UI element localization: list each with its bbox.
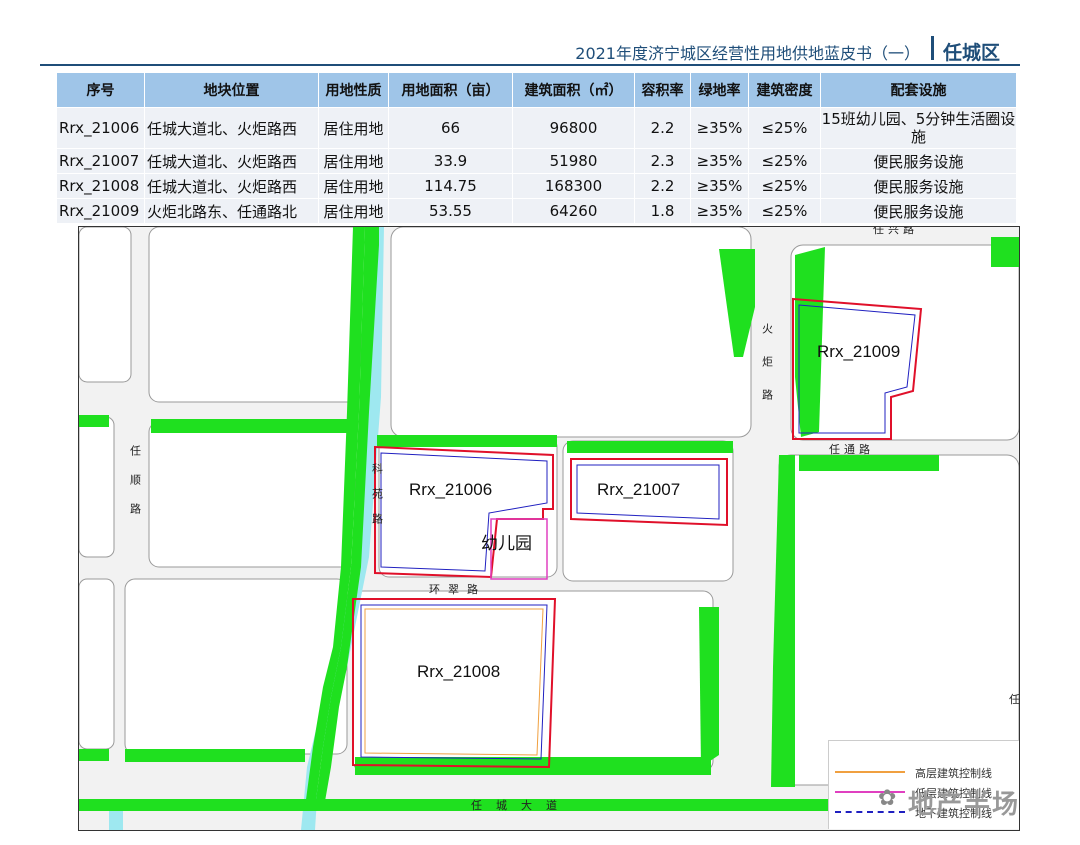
kindergarten-label: 幼儿园 xyxy=(481,534,532,554)
cell-land-area: 114.75 xyxy=(388,173,513,199)
cell-green-ratio: ≥35% xyxy=(690,148,749,174)
col-header-land-use: 用地性质 xyxy=(318,72,389,108)
road-label-top-right: 任兴路 xyxy=(873,227,918,236)
road-label-huancui: 环翠路 xyxy=(429,583,486,596)
block xyxy=(378,436,558,578)
cell-facilities: 便民服务设施 xyxy=(820,173,1017,199)
cell-density: ≤25% xyxy=(748,198,821,224)
cell-far: 2.2 xyxy=(634,173,691,199)
block xyxy=(352,590,714,772)
parcel-label: Rrx_21008 xyxy=(417,662,500,681)
parcel-label: Rrx_21007 xyxy=(597,480,680,499)
green-belt xyxy=(79,749,109,761)
col-header-far: 容积率 xyxy=(634,72,691,108)
block xyxy=(79,227,132,383)
block xyxy=(148,227,362,403)
document-title: 2021年度济宁城区经营性用地供地蓝皮书（一） xyxy=(575,44,920,63)
cell-land-use: 居住用地 xyxy=(318,198,389,224)
cell-density: ≤25% xyxy=(748,173,821,199)
green-belt xyxy=(991,237,1019,267)
green-belt xyxy=(377,435,557,447)
cell-floor-area: 168300 xyxy=(512,173,635,199)
col-header-location: 地块位置 xyxy=(144,72,319,108)
cell-id: Rrx_21009 xyxy=(56,198,145,224)
cell-land-use: 居住用地 xyxy=(318,107,389,149)
legend-label: 高层建筑控制线 xyxy=(915,767,992,780)
parcel-label: Rrx_21006 xyxy=(409,480,492,499)
cell-green-ratio: ≥35% xyxy=(690,198,749,224)
green-belt xyxy=(151,419,351,433)
cell-far: 2.3 xyxy=(634,148,691,174)
cell-location: 任城大道北、火炬路西 xyxy=(144,107,319,149)
green-belt xyxy=(799,455,939,471)
green-belt xyxy=(79,415,109,427)
cell-far: 2.2 xyxy=(634,107,691,149)
cell-id: Rrx_21006 xyxy=(56,107,145,149)
cell-land-use: 居住用地 xyxy=(318,173,389,199)
green-belt xyxy=(567,441,733,453)
legend-item: 高层建筑控制线 xyxy=(835,765,1013,780)
cell-density: ≤25% xyxy=(748,107,821,149)
city-blocks xyxy=(79,227,1019,786)
title-divider xyxy=(931,36,934,60)
cell-id: Rrx_21008 xyxy=(56,173,145,199)
cell-land-area: 53.55 xyxy=(388,198,513,224)
col-header-floor-area: 建筑面积（㎡） xyxy=(512,72,635,108)
table-row: Rrx_21009 火炬北路东、任通路北 居住用地 53.55 64260 1.… xyxy=(56,198,1017,224)
cell-floor-area: 51980 xyxy=(512,148,635,174)
col-header-density: 建筑密度 xyxy=(748,72,821,108)
block xyxy=(390,227,752,438)
block xyxy=(562,440,734,582)
parcel-table: 序号 地块位置 用地性质 用地面积（亩） 建筑面积（㎡） 容积率 绿地率 建筑密… xyxy=(56,72,1017,224)
cell-density: ≤25% xyxy=(748,148,821,174)
cell-far: 1.8 xyxy=(634,198,691,224)
table-row: Rrx_21008 任城大道北、火炬路西 居住用地 114.75 168300 … xyxy=(56,173,1017,199)
cell-location: 任城大道北、火炬路西 xyxy=(144,173,319,199)
block xyxy=(778,454,1019,786)
watermark: ✿ 地产半场 xyxy=(878,780,1058,820)
block xyxy=(79,416,115,558)
col-header-green-ratio: 绿地率 xyxy=(690,72,749,108)
legend-swatch xyxy=(835,771,905,773)
cell-facilities: 便民服务设施 xyxy=(820,198,1017,224)
cell-floor-area: 96800 xyxy=(512,107,635,149)
wechat-icon: ✿ xyxy=(878,786,897,811)
green-belt xyxy=(125,749,305,762)
header-rule xyxy=(40,64,1020,66)
cell-land-area: 66 xyxy=(388,107,513,149)
page-header: 2021年度济宁城区经营性用地供地蓝皮书（一） 任城区 xyxy=(40,30,1020,66)
parcel-label: Rrx_21009 xyxy=(817,342,900,361)
cell-location: 任城大道北、火炬路西 xyxy=(144,148,319,174)
road-label-keyuan: 科苑路 xyxy=(371,462,384,538)
cell-land-use: 居住用地 xyxy=(318,148,389,174)
cell-id: Rrx_21007 xyxy=(56,148,145,174)
col-header-facilities: 配套设施 xyxy=(820,72,1017,108)
block xyxy=(124,578,348,755)
table-header-row: 序号 地块位置 用地性质 用地面积（亩） 建筑面积（㎡） 容积率 绿地率 建筑密… xyxy=(56,72,1017,108)
district-name: 任城区 xyxy=(942,42,1000,64)
col-header-id: 序号 xyxy=(56,72,145,108)
cell-green-ratio: ≥35% xyxy=(690,173,749,199)
road-label-edge: 任 xyxy=(1009,693,1019,706)
cell-facilities: 便民服务设施 xyxy=(820,148,1017,174)
table-row: Rrx_21006 任城大道北、火炬路西 居住用地 66 96800 2.2 ≥… xyxy=(56,107,1017,149)
cell-land-area: 33.9 xyxy=(388,148,513,174)
table-row: Rrx_21007 任城大道北、火炬路西 居住用地 33.9 51980 2.3… xyxy=(56,148,1017,174)
road-label-huoju: 火炬路 xyxy=(761,323,774,422)
cell-location: 火炬北路东、任通路北 xyxy=(144,198,319,224)
block xyxy=(79,578,115,750)
watermark-text: 地产半场 xyxy=(908,790,1021,820)
green-belt xyxy=(699,607,719,767)
block xyxy=(148,421,356,568)
cell-green-ratio: ≥35% xyxy=(690,107,749,149)
cell-floor-area: 64260 xyxy=(512,198,635,224)
road-label-rencheng: 任城大道 xyxy=(471,798,571,812)
road-label-renshun: 任顺路 xyxy=(129,445,142,532)
cell-facilities: 15班幼儿园、5分钟生活圈设施 xyxy=(820,107,1017,149)
col-header-land-area: 用地面积（亩） xyxy=(388,72,513,108)
road-label-rentong: 任通路 xyxy=(829,443,874,456)
